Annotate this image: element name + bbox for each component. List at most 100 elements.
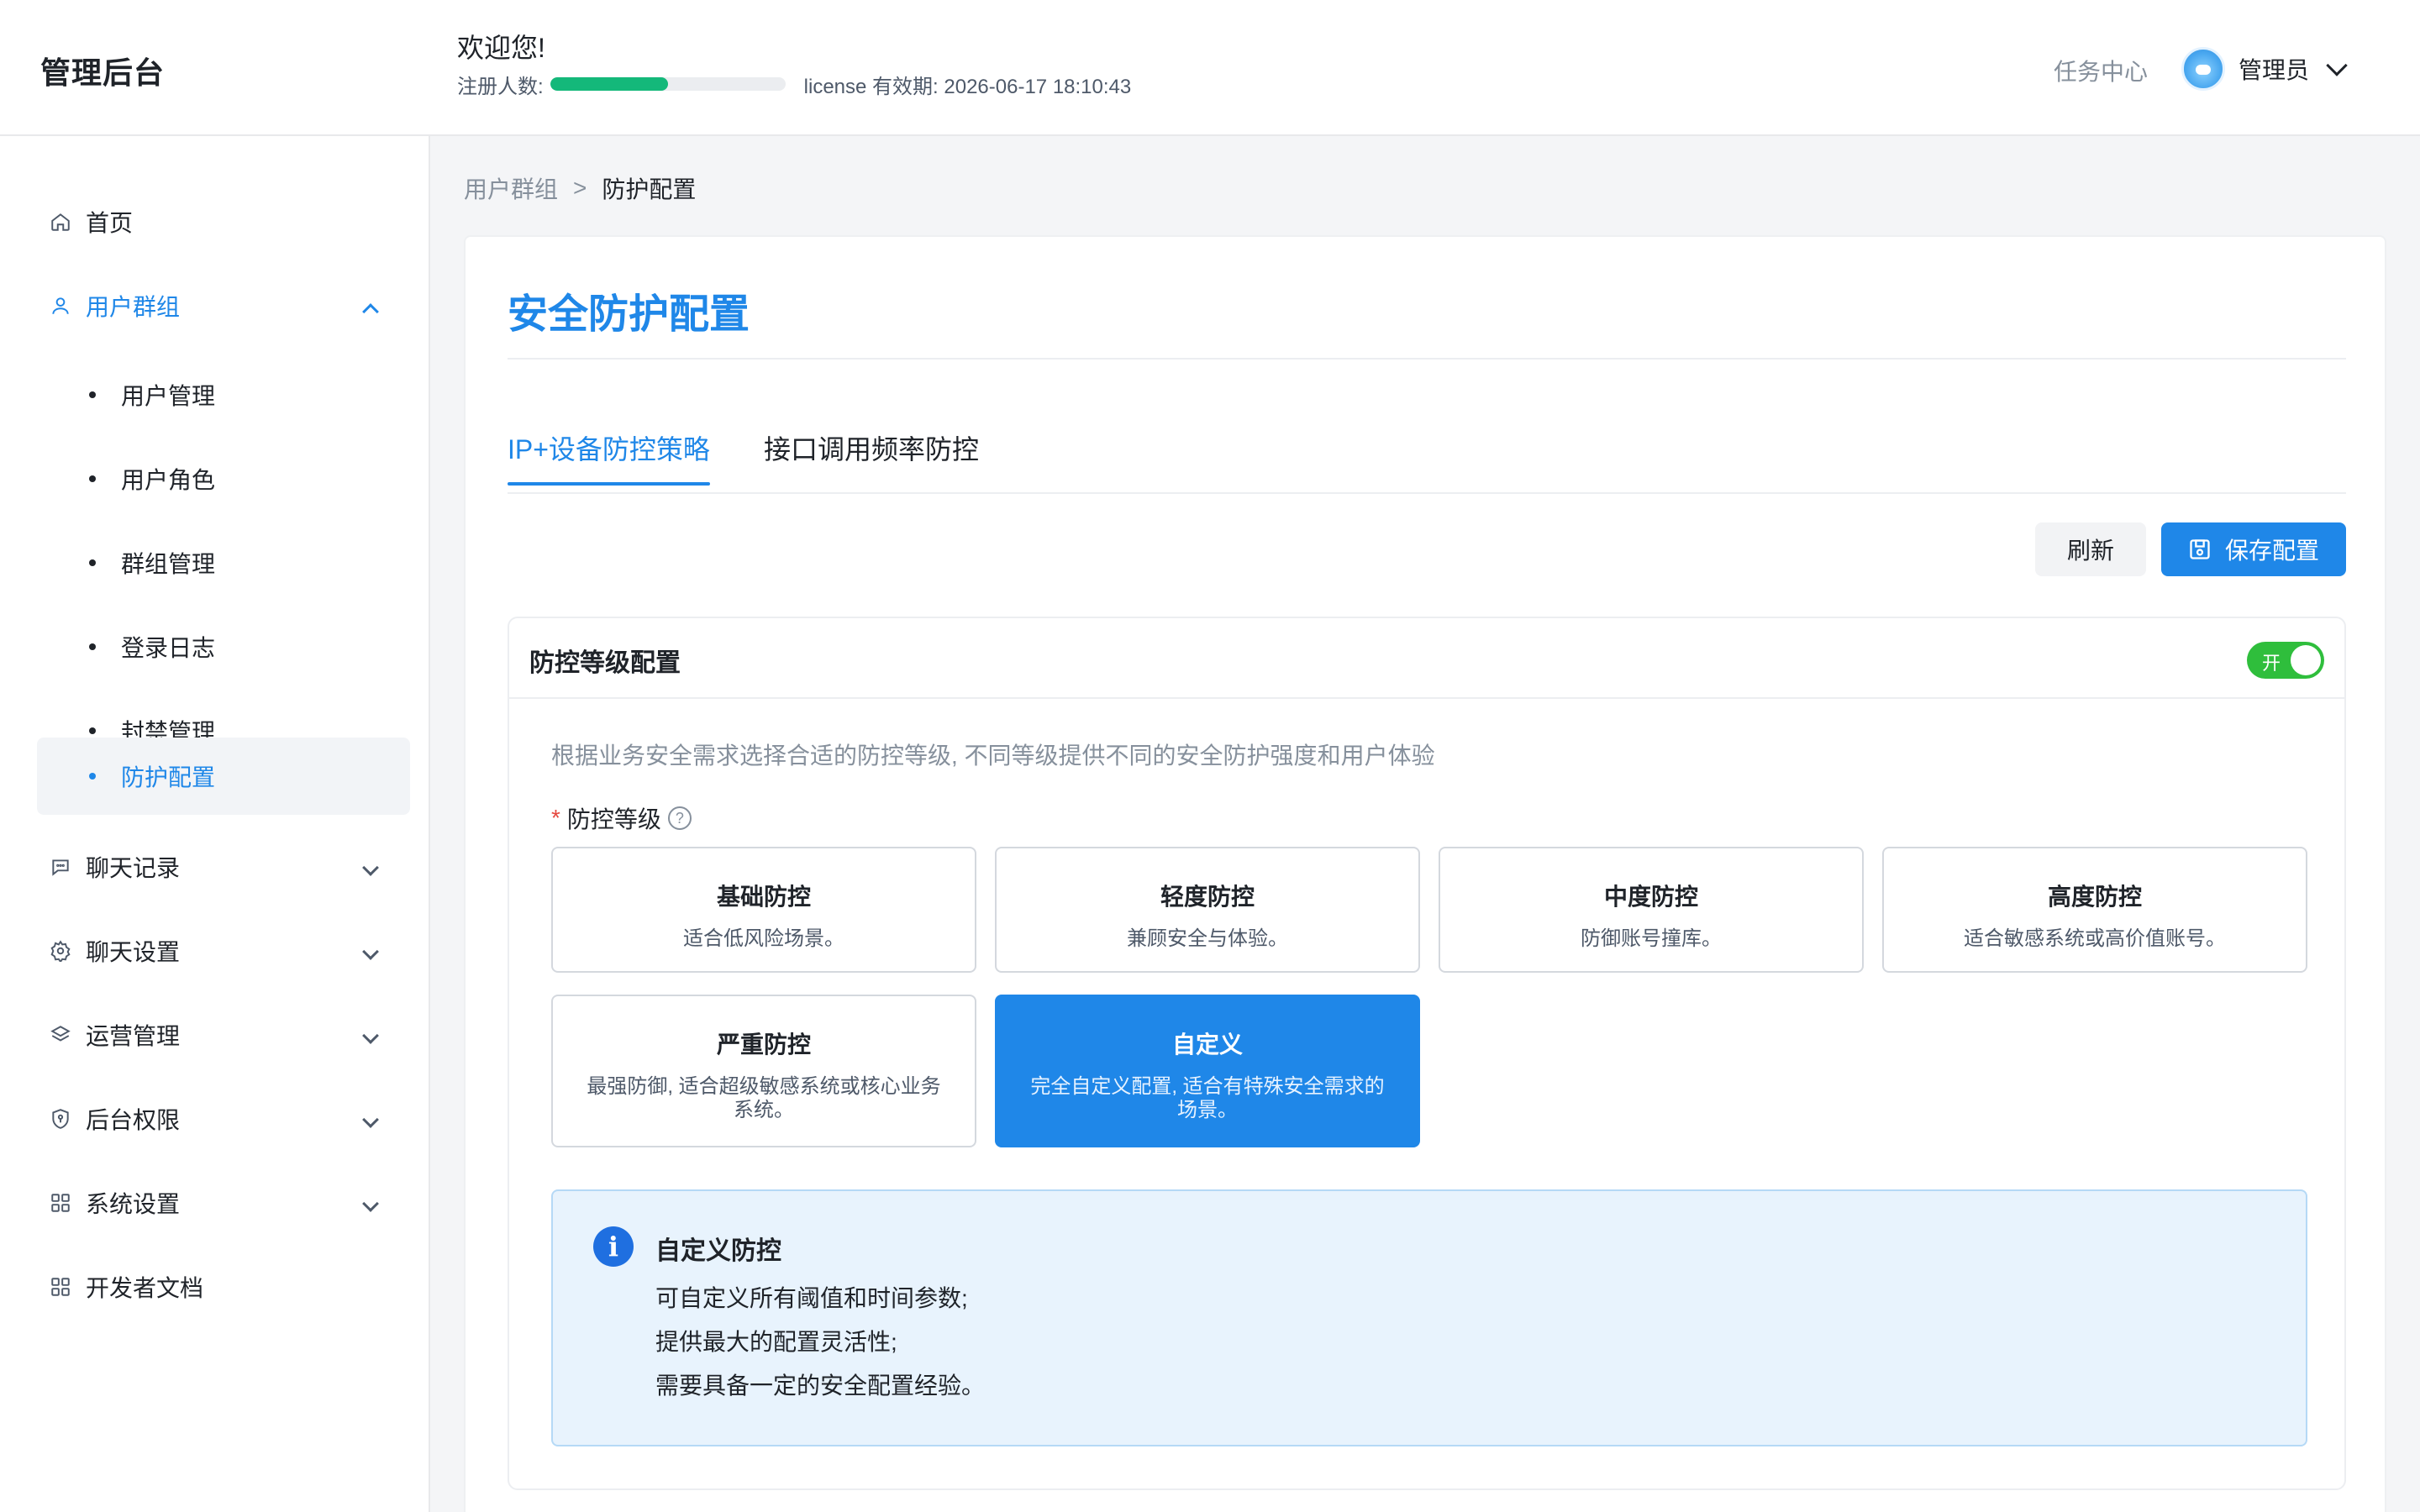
sidebar-item-label: 开发者文档 [86, 1275, 204, 1301]
option-desc: 兼顾安全与体验。 [1127, 927, 1288, 950]
layers-icon [49, 1023, 72, 1047]
top-header: 管理后台 欢迎您! 注册人数: license 有效期: 2026-06-17 … [0, 0, 2420, 136]
panel-description: 根据业务安全需求选择合适的防控等级, 不同等级提供不同的安全防护强度和用户体验 [551, 743, 1435, 769]
breadcrumb-separator: > [573, 175, 587, 201]
sidebar-subitem-login-log[interactable]: 登录日志 [37, 608, 410, 685]
sidebar-item-label: 聊天设置 [86, 939, 181, 965]
option-desc: 适合敏感系统或高价值账号。 [1964, 927, 2226, 950]
grid-icon [49, 1275, 72, 1299]
level-field-label: * 防控等级 ? [551, 801, 692, 835]
sidebar-item-operations[interactable]: 运营管理 [37, 996, 410, 1074]
bullet-icon [89, 643, 96, 650]
breadcrumb-parent[interactable]: 用户群组 [464, 171, 558, 205]
sidebar-item-label: 后台权限 [86, 1107, 181, 1133]
sidebar-subitem-user-roles[interactable]: 用户角色 [37, 440, 410, 517]
refresh-button-label: 刷新 [2066, 538, 2114, 564]
option-title: 高度防控 [2047, 884, 2142, 910]
sidebar-item-label: 首页 [86, 210, 134, 236]
level-option-severe[interactable]: 严重防控 最强防御, 适合超级敏感系统或核心业务系统。 [551, 995, 976, 1147]
user-menu[interactable]: 管理员 [2181, 44, 2348, 94]
main-card: 安全防护配置 IP+设备防控策略 接口调用频率防控 刷新 保存配置 防控等级配置… [464, 235, 2386, 1512]
option-title: 自定义 [1171, 1032, 1243, 1058]
breadcrumb: 用户群组 > 防护配置 [464, 171, 696, 205]
required-mark: * [551, 805, 560, 831]
option-desc: 完全自定义配置, 适合有特殊安全需求的场景。 [1030, 1075, 1385, 1121]
tab-bar: IP+设备防控策略 接口调用频率防控 [508, 428, 1033, 486]
option-desc: 适合低风险场景。 [683, 927, 844, 950]
sidebar-subitem-label: 群组管理 [121, 551, 216, 577]
sidebar-item-admin-permissions[interactable]: 后台权限 [37, 1080, 410, 1158]
sidebar-subitem-user-management[interactable]: 用户管理 [37, 356, 410, 433]
toggle-label: 开 [2262, 653, 2281, 674]
protection-level-panel: 防控等级配置 开 根据业务安全需求选择合适的防控等级, 不同等级提供不同的安全防… [508, 617, 2346, 1490]
panel-title: 防控等级配置 [529, 649, 681, 677]
info-icon: i [593, 1226, 634, 1267]
chevron-up-icon[interactable] [362, 303, 379, 320]
sidebar-item-label: 运营管理 [86, 1023, 181, 1049]
sidebar-item-home[interactable]: 首页 [37, 183, 410, 260]
level-option-high[interactable]: 高度防控 适合敏感系统或高价值账号。 [1882, 847, 2307, 973]
home-icon [49, 210, 72, 234]
sidebar-item-developer-docs[interactable]: 开发者文档 [37, 1248, 410, 1326]
chevron-down-icon[interactable] [362, 1195, 379, 1212]
chat-icon [49, 855, 72, 879]
level-option-basic[interactable]: 基础防控 适合低风险场景。 [551, 847, 976, 973]
info-line: 可自定义所有阈值和时间参数; [655, 1285, 968, 1311]
chevron-down-icon[interactable] [362, 859, 379, 876]
level-label-text: 防控等级 [566, 806, 661, 832]
bullet-icon [89, 391, 96, 398]
grid-icon [49, 1191, 72, 1215]
sidebar-item-label: 系统设置 [86, 1191, 181, 1217]
tab-api-rate-limit[interactable]: 接口调用频率防控 [764, 428, 979, 479]
chevron-down-icon[interactable] [362, 1027, 379, 1044]
bullet-icon [89, 559, 96, 566]
registered-progress-bar [550, 77, 786, 91]
sidebar-subitem-label: 防护配置 [121, 764, 216, 790]
level-option-custom[interactable]: 自定义 完全自定义配置, 适合有特殊安全需求的场景。 [995, 995, 1420, 1147]
task-center-link[interactable]: 任务中心 [2054, 54, 2148, 87]
registration-row: 注册人数: license 有效期: 2026-06-17 18:10:43 [457, 71, 1132, 98]
chevron-down-icon[interactable] [2326, 55, 2348, 76]
option-title: 轻度防控 [1160, 884, 1255, 910]
tab-ip-device-strategy[interactable]: IP+设备防控策略 [508, 428, 710, 486]
sidebar-item-label: 聊天记录 [86, 855, 181, 881]
panel-header: 防控等级配置 开 [509, 618, 2344, 699]
user-name[interactable]: 管理员 [2238, 52, 2309, 86]
option-title: 严重防控 [716, 1032, 811, 1058]
license-expiry: license 有效期: 2026-06-17 18:10:43 [803, 75, 1132, 98]
page-title: 安全防护配置 [508, 292, 750, 337]
protection-toggle[interactable]: 开 [2247, 642, 2324, 679]
refresh-button[interactable]: 刷新 [2035, 522, 2146, 576]
sidebar-item-user-group[interactable]: 用户群组 [37, 267, 410, 344]
sidebar-item-chat-settings[interactable]: 聊天设置 [37, 912, 410, 990]
level-option-light[interactable]: 轻度防控 兼顾安全与体验。 [995, 847, 1420, 973]
welcome-text: 欢迎您! [457, 33, 545, 63]
sidebar-item-label: 用户群组 [86, 294, 181, 320]
chevron-down-icon[interactable] [362, 1111, 379, 1128]
option-desc: 防御账号撞库。 [1581, 927, 1722, 950]
sidebar-subitem-protection-config[interactable]: 防护配置 [37, 738, 410, 815]
chevron-down-icon[interactable] [362, 943, 379, 960]
info-line: 提供最大的配置灵活性; [655, 1329, 897, 1355]
save-button-label: 保存配置 [2224, 538, 2319, 564]
sidebar-subitem-group-management[interactable]: 群组管理 [37, 524, 410, 601]
sidebar-subitem-label: 用户管理 [121, 383, 216, 409]
registered-label: 注册人数: [457, 75, 544, 98]
user-icon [49, 294, 72, 318]
bullet-icon [89, 773, 96, 780]
save-config-button[interactable]: 保存配置 [2161, 522, 2346, 576]
sidebar-item-chat-records[interactable]: 聊天记录 [37, 828, 410, 906]
option-desc: 最强防御, 适合超级敏感系统或核心业务系统。 [587, 1075, 941, 1121]
help-icon[interactable]: ? [667, 806, 692, 830]
registered-progress-fill [550, 77, 668, 91]
sidebar-item-system-settings[interactable]: 系统设置 [37, 1164, 410, 1242]
gear-icon [49, 939, 72, 963]
level-option-medium[interactable]: 中度防控 防御账号撞库。 [1439, 847, 1864, 973]
toggle-knob [2291, 645, 2321, 675]
save-icon [2190, 539, 2210, 559]
option-title: 中度防控 [1603, 884, 1698, 910]
avatar[interactable] [2181, 47, 2225, 91]
shield-icon [49, 1107, 72, 1131]
custom-info-box: i 自定义防控 可自定义所有阈值和时间参数; 提供最大的配置灵活性; 需要具备一… [551, 1189, 2307, 1446]
sidebar-subitem-label: 用户角色 [121, 467, 216, 493]
